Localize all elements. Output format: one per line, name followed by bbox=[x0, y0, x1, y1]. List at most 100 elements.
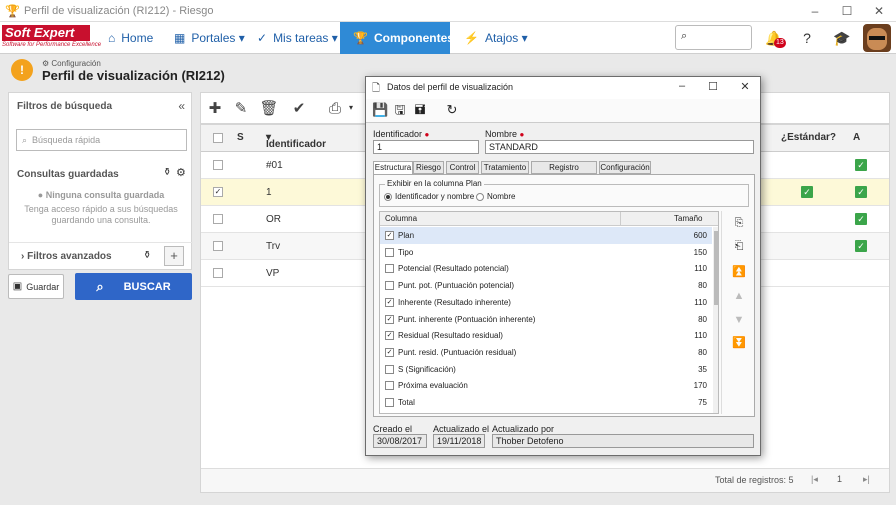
id-field[interactable]: 1 bbox=[373, 140, 479, 154]
tab-tratamiento[interactable]: Tratamiento bbox=[481, 161, 529, 174]
column-checkbox[interactable] bbox=[385, 247, 394, 257]
page-title: Perfil de visualización (RI212) bbox=[42, 68, 225, 83]
breadcrumb-parent[interactable]: ⚙ Configuración bbox=[42, 59, 101, 68]
search-button[interactable]: ⌕ BUSCAR bbox=[75, 273, 192, 300]
column-row[interactable]: Potencial (Resultado potencial) 110 bbox=[380, 260, 712, 277]
search-icon: ⌕ bbox=[96, 278, 104, 294]
column-row[interactable]: Tipo 150 bbox=[380, 244, 712, 261]
dialog-maximize-button[interactable]: ☐ bbox=[703, 80, 723, 93]
nav-mis-tareas[interactable]: ✓ Mis tareas ▾ bbox=[257, 22, 338, 54]
column-row[interactable]: Próxima evaluación 170 bbox=[380, 377, 712, 394]
refresh-icon[interactable]: ↻ bbox=[444, 102, 460, 118]
dialog-close-button[interactable]: ✕ bbox=[735, 80, 755, 93]
maximize-button[interactable]: ☐ bbox=[832, 0, 862, 22]
saved-queries-hint: Tenga acceso rápido a sus búsquedas guard… bbox=[24, 204, 178, 225]
save-icon[interactable]: 💾 bbox=[372, 102, 388, 118]
column-row[interactable]: ✓ Punt. inherente (Pontuación inherente) 8… bbox=[380, 311, 712, 328]
advanced-filters[interactable]: › Filtros avanzados ⚱ + bbox=[9, 242, 193, 270]
save-close-icon[interactable]: 🖬 bbox=[412, 102, 428, 118]
confirm-icon[interactable]: ✔ bbox=[289, 99, 309, 119]
columns-scrollbar[interactable] bbox=[713, 227, 718, 413]
collapse-icon[interactable]: « bbox=[178, 99, 185, 113]
select-all-checkbox[interactable] bbox=[213, 133, 223, 143]
radio-id-name[interactable] bbox=[384, 193, 392, 201]
nav-portales[interactable]: ▦ Portales ▾ bbox=[174, 22, 245, 54]
column-checkbox[interactable]: ✓ bbox=[385, 331, 394, 341]
delete-icon[interactable]: 🗑 bbox=[259, 99, 279, 119]
close-button[interactable]: ✕ bbox=[864, 0, 894, 22]
gear-icon[interactable]: ⚙ bbox=[176, 166, 186, 179]
column-row[interactable]: Punt. pot. (Puntuación potencial) 80 bbox=[380, 277, 712, 294]
column-row[interactable]: ✓ Residual (Resultado residual) 110 bbox=[380, 327, 712, 344]
add-icon[interactable]: ✚ bbox=[205, 99, 225, 119]
minimize-button[interactable]: – bbox=[800, 0, 830, 22]
check-icon: ✓ bbox=[855, 240, 867, 252]
row-checkbox[interactable] bbox=[213, 160, 223, 170]
add-filter-button[interactable]: + bbox=[164, 246, 184, 266]
global-search-input[interactable]: ⌕ bbox=[675, 25, 752, 50]
column-row[interactable]: Total 75 bbox=[380, 394, 712, 411]
column-checkbox[interactable] bbox=[385, 281, 394, 291]
radio-name[interactable] bbox=[476, 193, 484, 201]
graduation-cap-icon[interactable]: 🎓 bbox=[832, 30, 852, 48]
next-page-icon[interactable]: ▸| bbox=[863, 474, 870, 485]
col-estandar[interactable]: ¿Estándar? bbox=[781, 132, 836, 143]
column-row[interactable]: ✓ Plan 600 bbox=[380, 227, 712, 244]
column-row[interactable]: Expectativa85 bbox=[380, 411, 712, 413]
column-checkbox[interactable]: ✓ bbox=[385, 231, 394, 240]
chevron-down-icon[interactable]: ▾ bbox=[349, 103, 353, 112]
col-identificador[interactable]: Identificador ▾ bbox=[266, 132, 326, 150]
move-bottom-icon[interactable]: ⏬ bbox=[732, 336, 746, 350]
column-row[interactable]: S (Significación) 35 bbox=[380, 361, 712, 378]
saved-queries-title: Consultas guardadas bbox=[17, 169, 119, 180]
row-checkbox[interactable] bbox=[213, 268, 223, 278]
tab-estructura[interactable]: Estructura bbox=[373, 161, 413, 175]
nav-componentes[interactable]: 🏆 Componentes ▾ bbox=[340, 22, 463, 54]
column-checkbox[interactable] bbox=[385, 364, 394, 374]
quick-search-input[interactable]: ⌕ Búsqueda rápida bbox=[16, 129, 187, 151]
user-avatar[interactable] bbox=[863, 24, 891, 52]
tab-configuracion[interactable]: Configuración bbox=[599, 161, 651, 174]
column-checkbox[interactable] bbox=[385, 264, 394, 274]
tab-registro-asociado[interactable]: Registro asociado bbox=[531, 161, 597, 183]
row-checkbox[interactable] bbox=[213, 241, 223, 251]
row-checkbox[interactable] bbox=[213, 214, 223, 224]
move-up-icon[interactable]: ▲ bbox=[732, 289, 746, 303]
move-top-icon[interactable]: ⏫ bbox=[732, 265, 746, 279]
column-checkbox[interactable] bbox=[385, 398, 394, 407]
col-s[interactable]: S bbox=[237, 132, 244, 143]
col-a[interactable]: A bbox=[853, 132, 860, 143]
tab-riesgo[interactable]: Riesgo bbox=[413, 161, 444, 174]
estructura-panel: Exhibir en la columna Plan Identificador… bbox=[373, 174, 755, 417]
print-icon[interactable]: ⎙ bbox=[325, 99, 345, 119]
dialog-title: Datos del perfil de visualización bbox=[387, 82, 514, 92]
tab-control[interactable]: Control bbox=[446, 161, 479, 174]
broom-icon[interactable]: ⚱ bbox=[163, 167, 171, 178]
edit-icon[interactable]: ✎ bbox=[231, 99, 251, 119]
page-number[interactable]: 1 bbox=[837, 474, 842, 484]
column-checkbox[interactable]: ✓ bbox=[385, 314, 394, 324]
row-checkbox[interactable]: ✓ bbox=[213, 187, 223, 197]
paste-icon[interactable]: ⎗ bbox=[732, 239, 746, 253]
nav-home[interactable]: ⌂ Home bbox=[108, 22, 163, 54]
first-page-icon[interactable]: |◂ bbox=[811, 474, 818, 485]
move-down-icon[interactable]: ▼ bbox=[732, 313, 746, 327]
column-checkbox[interactable] bbox=[385, 381, 394, 391]
columns-list: Columna Tamaño ✓ Plan 600 Tipo 150 Potencial … bbox=[379, 211, 719, 414]
copy-icon[interactable]: ⎘ bbox=[732, 216, 746, 230]
check-icon: ✓ bbox=[257, 31, 268, 45]
column-checkbox[interactable]: ✓ bbox=[385, 297, 394, 307]
column-row[interactable]: ✓ Punt. resid. (Puntuación residual) 80 bbox=[380, 344, 712, 361]
column-row[interactable]: ✓ Inherente (Resultado inherente) 110 bbox=[380, 294, 712, 311]
save-new-icon[interactable]: 🖫 bbox=[392, 102, 408, 118]
broom-icon[interactable]: ⚱ bbox=[143, 250, 151, 261]
help-icon[interactable]: ? bbox=[797, 30, 817, 48]
search-icon: ⌕ bbox=[681, 30, 688, 42]
gear-icon: ⚙ bbox=[42, 59, 50, 68]
nav-atajos[interactable]: ⚡ Atajos ▾ bbox=[464, 22, 528, 54]
save-query-button[interactable]: ▣ Guardar bbox=[8, 274, 64, 299]
updated-by-field: Thober Detofeno bbox=[492, 434, 754, 448]
name-field[interactable]: STANDARD bbox=[485, 140, 754, 154]
dialog-minimize-button[interactable]: – bbox=[672, 80, 692, 92]
column-checkbox[interactable]: ✓ bbox=[385, 347, 394, 357]
